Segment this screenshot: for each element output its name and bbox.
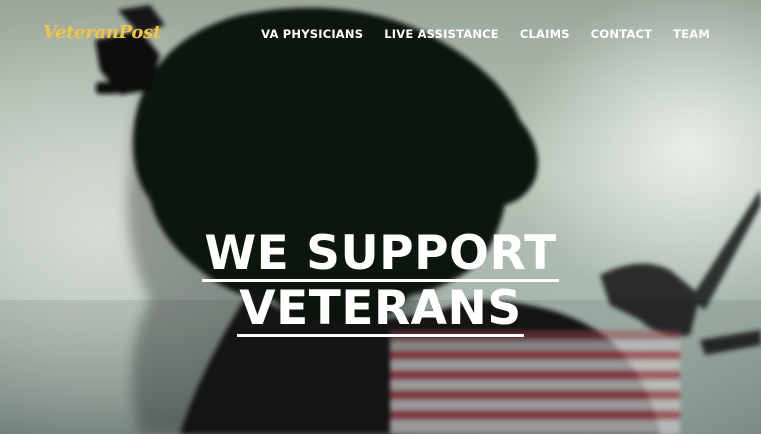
- top-navigation: VeteranPost VA PHYSICIANS LIVE ASSISTANC…: [0, 0, 761, 70]
- hero-headline: WE SUPPORT VETERANS: [0, 227, 761, 337]
- hero-headline-line-1: WE SUPPORT: [202, 226, 559, 282]
- site-logo[interactable]: VeteranPost: [43, 22, 161, 43]
- nav-item-contact[interactable]: CONTACT: [591, 27, 652, 41]
- nav-item-live-assistance[interactable]: LIVE ASSISTANCE: [384, 27, 499, 41]
- nav-item-team[interactable]: TEAM: [673, 27, 710, 41]
- hero-headline-line-2: VETERANS: [237, 281, 524, 337]
- nav-item-va-physicians[interactable]: VA PHYSICIANS: [261, 27, 363, 41]
- main-menu: VA PHYSICIANS LIVE ASSISTANCE CLAIMS CON…: [261, 27, 710, 41]
- hero-section: VeteranPost VA PHYSICIANS LIVE ASSISTANC…: [0, 0, 761, 434]
- nav-item-claims[interactable]: CLAIMS: [520, 27, 570, 41]
